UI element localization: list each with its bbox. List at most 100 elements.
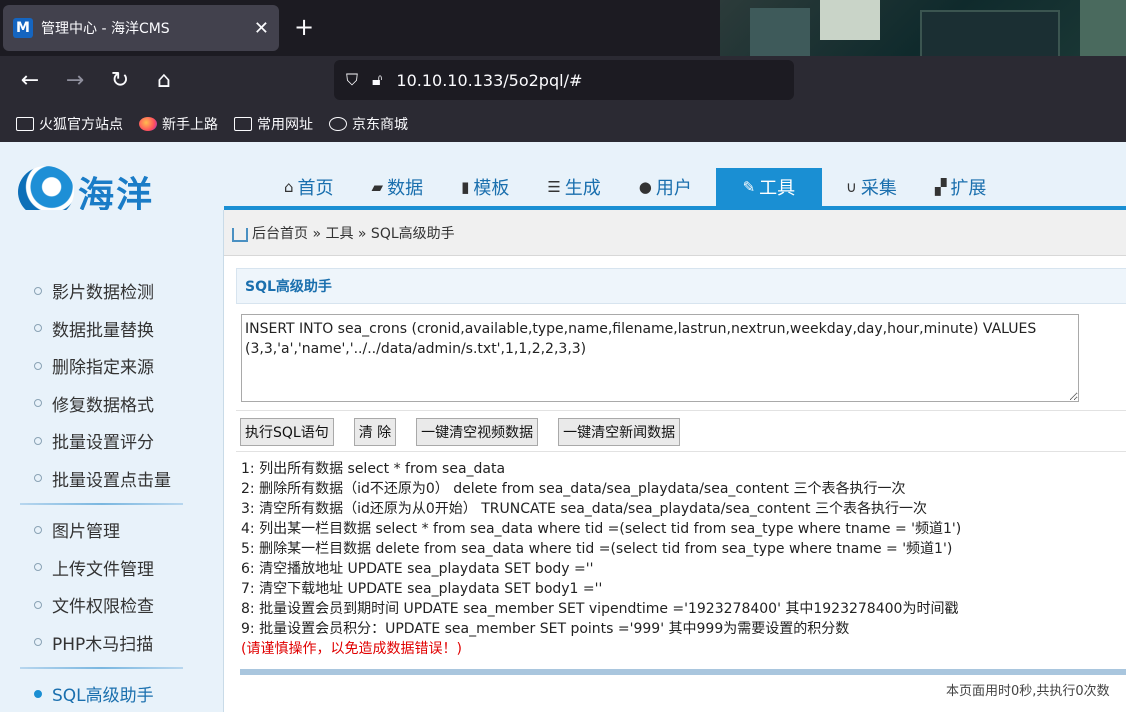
- sql-tips: 1: 列出所有数据 select * from sea_data 2: 删除所有…: [241, 459, 961, 659]
- tip-line: 4: 列出某一栏目数据 select * from sea_data where…: [241, 521, 962, 537]
- tip-line: 1: 列出所有数据 select * from sea_data: [241, 461, 506, 477]
- nav-users[interactable]: ● 用户: [625, 168, 706, 206]
- globe-icon: [329, 117, 347, 131]
- home-icon[interactable]: [232, 227, 248, 242]
- sidebar-item-movie-check[interactable]: 影片数据检测: [0, 272, 223, 310]
- bullet-icon: [34, 638, 42, 647]
- puzzle-icon: ▞: [934, 178, 947, 196]
- nav-data[interactable]: ▰ 数据: [358, 168, 438, 206]
- sql-helper-panel: SQL高级助手 INSERT INTO sea_crons (cronid,av…: [236, 268, 1126, 712]
- tip-line: 5: 删除某一栏目数据 delete from sea_data where t…: [241, 541, 953, 557]
- bookmark-label: 新手上路: [162, 117, 218, 133]
- bookmarks-bar: 火狐官方站点 新手上路 常用网址 京东商城: [0, 106, 1126, 142]
- nav-label: 扩展: [950, 178, 987, 199]
- nav-label: 生成: [564, 178, 601, 199]
- edit-icon: ✎: [742, 178, 756, 196]
- forward-icon[interactable]: →: [62, 68, 88, 94]
- nav-templates[interactable]: ▮ 模板: [447, 168, 523, 206]
- sidebar-item-label: 删除指定来源: [52, 358, 154, 379]
- url-text: 10.10.10.133/5o2pql/#: [396, 70, 583, 90]
- tip-line: 9: 批量设置会员积分：UPDATE sea_member SET points…: [241, 621, 850, 637]
- back-icon[interactable]: ←: [17, 68, 43, 94]
- tip-line: 6: 清空播放地址 UPDATE sea_playdata SET body =…: [241, 561, 594, 577]
- shield-icon[interactable]: ⛉: [346, 70, 358, 90]
- bullet-icon: [34, 563, 42, 572]
- bullet-icon: [34, 600, 42, 609]
- bullet-icon: [34, 361, 42, 370]
- sidebar-item-sql-helper[interactable]: SQL高级助手: [0, 675, 223, 712]
- sidebar-item-label: 批量设置评分: [52, 433, 154, 454]
- address-bar[interactable]: ⛉ 🔓︎ 10.10.10.133/5o2pql/#: [334, 60, 794, 100]
- sidebar-item-upload-manage[interactable]: 上传文件管理: [0, 549, 223, 587]
- sql-textarea[interactable]: INSERT INTO sea_crons (cronid,available,…: [241, 314, 1079, 402]
- execute-sql-button[interactable]: 执行SQL语句: [240, 418, 334, 446]
- insecure-lock-icon[interactable]: 🔓︎: [372, 70, 382, 90]
- browser-tab-bar: M 管理中心 - 海洋CMS ✕ +: [0, 0, 1126, 142]
- nav-tools[interactable]: ✎ 工具: [715, 168, 822, 206]
- tip-line: 2: 删除所有数据（id不还原为0） delete from sea_data/…: [241, 481, 906, 497]
- sidebar-item-label: 批量设置点击量: [52, 470, 171, 491]
- panel-title: SQL高级助手: [236, 268, 1126, 304]
- nav-label: 数据: [387, 178, 424, 199]
- breadcrumb-text[interactable]: 后台首页 » 工具 » SQL高级助手: [252, 223, 455, 243]
- home-icon[interactable]: ⌂: [151, 68, 177, 94]
- nav-label: 用户: [655, 178, 692, 199]
- sidebar-item-batch-score[interactable]: 批量设置评分: [0, 422, 223, 460]
- sidebar-item-batch-hits[interactable]: 批量设置点击量: [0, 460, 223, 498]
- reload-icon[interactable]: ↻: [107, 68, 133, 94]
- bullet-icon: [34, 689, 42, 698]
- tab-title: 管理中心 - 海洋CMS: [41, 21, 170, 37]
- sidebar-item-label: 上传文件管理: [52, 559, 154, 580]
- clear-news-data-button[interactable]: 一键清空新闻数据: [558, 418, 681, 446]
- sidebar-item-repair-format[interactable]: 修复数据格式: [0, 385, 223, 423]
- nav-generate[interactable]: ☰ 生成: [533, 168, 614, 206]
- clear-video-data-button[interactable]: 一键清空视频数据: [416, 418, 539, 446]
- bookmark-label: 火狐官方站点: [39, 117, 123, 133]
- site-favicon-icon: M: [13, 18, 33, 38]
- nav-home[interactable]: ⌂ 首页: [270, 168, 348, 206]
- sidebar-item-permission-check[interactable]: 文件权限检查: [0, 586, 223, 624]
- clear-button[interactable]: 清 除: [353, 418, 397, 446]
- sidebar-item-batch-replace[interactable]: 数据批量替换: [0, 310, 223, 348]
- magnet-icon: ∪: [845, 178, 857, 196]
- tip-line: 8: 批量设置会员到期时间 UPDATE sea_member SET vipe…: [241, 601, 959, 617]
- bookmark-label: 京东商城: [352, 117, 408, 133]
- panel-bottom-bar: [240, 669, 1126, 675]
- sidebar-item-label: 图片管理: [52, 522, 120, 543]
- bullet-icon: [34, 525, 42, 534]
- bookmark-firefox-official[interactable]: 火狐官方站点: [16, 114, 123, 134]
- sidebar-item-label: PHP木马扫描: [52, 634, 154, 655]
- bookmark-jd[interactable]: 京东商城: [329, 114, 408, 134]
- browser-tab[interactable]: M 管理中心 - 海洋CMS ✕: [3, 5, 279, 51]
- user-icon: ●: [638, 178, 652, 196]
- sidebar-item-label: 修复数据格式: [52, 395, 154, 416]
- nav-label: 首页: [297, 178, 334, 199]
- page-stats-footer: 本页面用时0秒,共执行0次数: [946, 684, 1110, 699]
- sidebar-divider: [20, 503, 183, 505]
- bookmark-common-sites[interactable]: 常用网址: [234, 114, 313, 134]
- close-tab-icon[interactable]: ✕: [254, 18, 269, 39]
- warning-text: (请谨慎操作，以免造成数据错误！): [241, 641, 462, 657]
- bullet-icon: [34, 436, 42, 445]
- sidebar-item-label: 文件权限检查: [52, 597, 154, 618]
- divider: [236, 451, 1126, 452]
- file-icon: ▮: [461, 178, 470, 196]
- sidebar-item-label: SQL高级助手: [52, 686, 154, 707]
- sidebar-divider: [20, 667, 183, 669]
- button-row: 执行SQL语句 清 除 一键清空视频数据 一键清空新闻数据: [240, 418, 700, 446]
- main-nav: ⌂ 首页 ▰ 数据 ▮ 模板 ☰ 生成 ● 用户 ✎ 工具 ∪ 采集 ▞ 扩展: [270, 168, 1010, 206]
- sidebar-item-php-trojan-scan[interactable]: PHP木马扫描: [0, 624, 223, 662]
- bullet-icon: [34, 286, 42, 295]
- breadcrumb: 后台首页 » 工具 » SQL高级助手: [224, 210, 1126, 256]
- browser-toolbar: ← → ↻ ⌂ ⛉ 🔓︎ 10.10.10.133/5o2pql/#: [0, 56, 1126, 106]
- new-tab-icon[interactable]: +: [294, 12, 314, 42]
- sidebar-item-delete-source[interactable]: 删除指定来源: [0, 347, 223, 385]
- sidebar: 影片数据检测 数据批量替换 删除指定来源 修复数据格式 批量设置评分 批量设置点…: [0, 210, 224, 712]
- bookmark-getting-started[interactable]: 新手上路: [139, 114, 218, 134]
- tip-line: 3: 清空所有数据（id还原为从0开始） TRUNCATE sea_data/s…: [241, 501, 927, 517]
- sidebar-item-image-manage[interactable]: 图片管理: [0, 511, 223, 549]
- tip-line: 7: 清空下载地址 UPDATE sea_playdata SET body1 …: [241, 581, 603, 597]
- server-icon: ☰: [547, 178, 561, 196]
- nav-extend[interactable]: ▞ 扩展: [921, 168, 1001, 206]
- nav-collect[interactable]: ∪ 采集: [832, 168, 911, 206]
